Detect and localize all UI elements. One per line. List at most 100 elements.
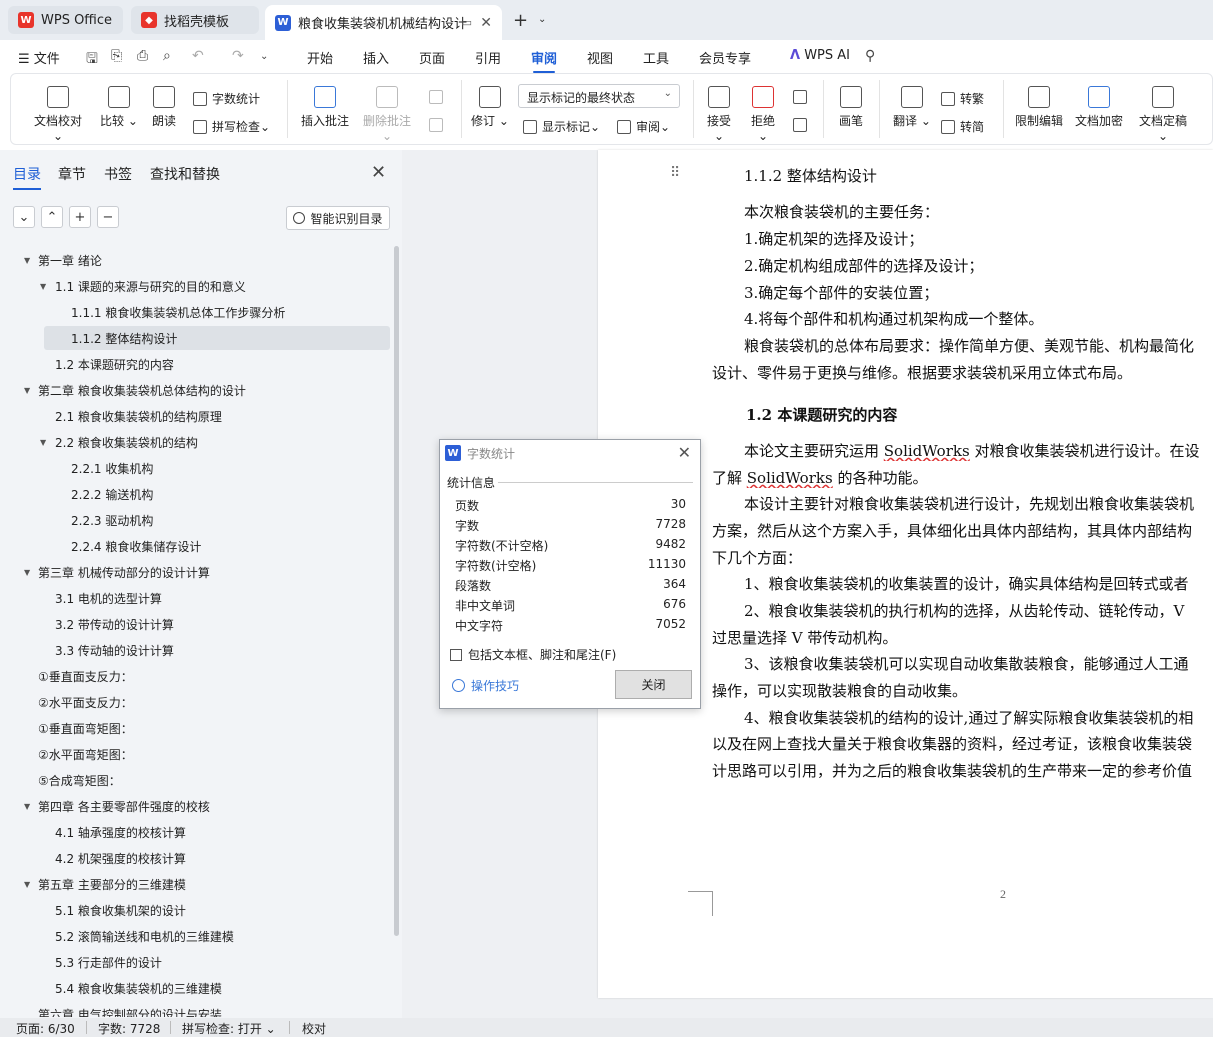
add-heading-button[interactable]: + [69,206,91,228]
file-menu[interactable]: ☰ 文件 [18,48,60,67]
collapse-down-button[interactable]: ⌄ [13,206,35,228]
menu-item-review[interactable]: 审阅 [531,48,557,73]
toc-item[interactable]: ①垂直面支反力： [38,664,133,688]
expand-toggle-icon[interactable]: ▼ [24,256,30,265]
to-traditional-button[interactable]: 转繁 [941,90,984,107]
dialog-titlebar[interactable]: W 字数统计 [440,440,700,466]
to-simplified-button[interactable]: 转简 [941,118,984,135]
toc-item[interactable]: 2.2.3 驱动机构 [71,508,153,532]
redo-icon[interactable]: ↷ [232,48,244,64]
spell-check-status[interactable]: 拼写检查: 打开 ⌄ [182,1020,276,1037]
toc-item[interactable]: 2.2.4 粮食收集储存设计 [71,534,201,558]
remove-heading-button[interactable]: − [97,206,119,228]
toc-item[interactable]: ▼ 第五章 主要部分的三维建模 [24,872,186,896]
smart-toc-button[interactable]: 智能识别目录 [286,206,390,230]
toc-item[interactable]: 1.1.1 粮食收集装袋机总体工作步骤分析 [71,300,285,324]
read-aloud-button[interactable]: 朗读 [147,86,181,129]
toc-item[interactable]: ①垂直面弯矩图： [38,716,133,740]
toc-item[interactable]: ⑤合成弯矩图： [38,768,121,792]
save-icon[interactable]: 🖫 [86,48,98,72]
review-pane-button[interactable]: 审阅 ⌄ [617,118,670,135]
translate-button[interactable]: 翻译 ⌄ [893,86,931,129]
next-comment-icon[interactable] [429,118,448,132]
menu-item-tools[interactable]: 工具 [643,48,669,67]
print-icon[interactable]: ⎙ [137,48,148,64]
toc-item[interactable]: 1.1.2 整体结构设计 [44,326,390,350]
close-icon[interactable]: ✕ [678,443,691,462]
expand-toggle-icon[interactable]: ▼ [24,568,30,577]
delete-comment-button[interactable]: 删除批注 ⌄ [359,86,415,143]
menu-item-member[interactable]: 会员专享 [699,48,751,67]
close-button[interactable]: 关闭 [615,670,692,699]
expand-toggle-icon[interactable]: ▼ [24,880,30,889]
close-tab-icon[interactable]: ✕ [480,15,492,31]
tab-toc[interactable]: 目录 [13,164,41,190]
toc-item[interactable]: 5.3 行走部件的设计 [55,950,162,974]
toc-item[interactable]: 3.1 电机的选型计算 [55,586,162,610]
tips-link[interactable]: 操作技巧 [452,677,519,694]
expand-toggle-icon[interactable]: ▼ [40,282,46,291]
undo-icon[interactable]: ↶ [192,48,204,64]
tab-document[interactable]: W 粮食收集装袋机机械结构设计 ▭ ✕ [265,5,502,40]
new-tab-icon[interactable]: + [513,10,528,31]
toc-item[interactable]: 5.1 粮食收集机架的设计 [55,898,186,922]
toc-item[interactable]: 4.1 轴承强度的校核计算 [55,820,186,844]
toc-item[interactable]: 2.2.2 输送机构 [71,482,153,506]
compare-button[interactable]: 比较 ⌄ [97,86,141,129]
markup-state-select[interactable]: 显示标记的最终状态 ⌄ [518,84,680,108]
toc-item[interactable]: ▼ 第四章 各主要零部件强度的校核 [24,794,210,818]
toc-item[interactable]: 第六章 电气控制部分的设计与安装 [38,1002,222,1018]
toc-item[interactable]: 3.2 带传动的设计计算 [55,612,174,636]
collapse-up-button[interactable]: ⌃ [41,206,63,228]
reject-button[interactable]: 拒绝 ⌄ [745,86,781,143]
drag-handle-icon[interactable]: ⠿ [670,165,680,181]
window-icon[interactable]: ▭ [462,16,472,29]
proofread-status[interactable]: 校对 [302,1020,326,1037]
menu-item-start[interactable]: 开始 [307,48,333,67]
toc-item[interactable]: ▼ 第一章 绪论 [24,248,102,272]
export-icon[interactable]: ⎘ [111,48,122,64]
expand-toggle-icon[interactable]: ▼ [40,438,46,447]
finalize-button[interactable]: 文档定稿 ⌄ [1133,86,1193,143]
show-markup-button[interactable]: 显示标记 ⌄ [523,118,600,135]
toc-item[interactable]: 2.1 粮食收集装袋机的结构原理 [55,404,222,428]
toc-item[interactable]: 5.2 滚筒输送线和电机的三维建模 [55,924,234,948]
toc-item[interactable]: ②水平面弯矩图： [38,742,133,766]
prev-comment-icon[interactable] [429,90,448,104]
expand-toggle-icon[interactable]: ▼ [24,386,30,395]
tab-find-replace[interactable]: 查找和替换 [150,164,220,184]
toc-item[interactable]: ▼ 1.1 课题的来源与研究的目的和意义 [40,274,246,298]
menu-item-reference[interactable]: 引用 [475,48,501,67]
expand-toggle-icon[interactable]: ▼ [24,802,30,811]
tab-wps-office[interactable]: W WPS Office [8,6,123,34]
toc-item[interactable]: ▼ 第二章 粮食收集装袋机总体结构的设计 [24,378,246,402]
toc-item[interactable]: ▼ 第三章 机械传动部分的设计计算 [24,560,210,584]
toc-item[interactable]: 3.3 传动轴的设计计算 [55,638,174,662]
word-count-button[interactable]: 字数统计 [193,90,260,107]
accept-button[interactable]: 接受 ⌄ [701,86,737,143]
chevron-down-icon[interactable]: ⌄ [260,51,268,62]
restrict-edit-button[interactable]: 限制编辑 [1013,86,1065,129]
print-preview-icon[interactable]: ⌕ [163,48,171,64]
toc-scrollbar[interactable] [394,246,399,936]
word-count-indicator[interactable]: 字数: 7728 [98,1020,160,1037]
toc-item[interactable]: ▼ 2.2 粮食收集装袋机的结构 [40,430,198,454]
spell-check-button[interactable]: 拼写检查 ⌄ [193,118,270,135]
encrypt-button[interactable]: 文档加密 [1073,86,1125,129]
page-indicator[interactable]: 页面: 6/30 [16,1020,75,1037]
toc-item[interactable]: 2.2.1 收集机构 [71,456,153,480]
pen-button[interactable]: 画笔 [835,86,867,129]
prev-change-icon[interactable] [793,90,812,104]
toc-item[interactable]: 4.2 机架强度的校核计算 [55,846,186,870]
chevron-down-icon[interactable]: ⌄ [538,14,546,25]
menu-item-insert[interactable]: 插入 [363,48,389,67]
tab-docer-templates[interactable]: ◆ 找稻壳模板 [131,6,259,34]
menu-item-view[interactable]: 视图 [587,48,613,67]
include-textbox-checkbox[interactable]: 包括文本框、脚注和尾注(F) [450,646,616,663]
tab-bookmarks[interactable]: 书签 [104,164,132,184]
toc-item[interactable]: ②水平面支反力： [38,690,133,714]
close-panel-icon[interactable]: ✕ [371,162,386,183]
insert-comment-button[interactable]: 插入批注 [299,86,351,129]
tab-sections[interactable]: 章节 [58,164,86,184]
toc-item[interactable]: 5.4 粮食收集装袋机的三维建模 [55,976,222,1000]
